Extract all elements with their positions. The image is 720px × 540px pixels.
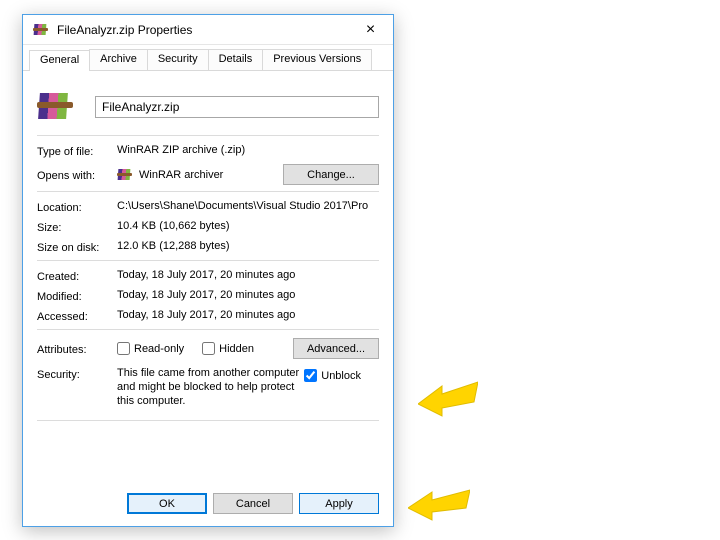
value-size-on-disk: 12.0 KB (12,288 bytes) xyxy=(117,240,379,252)
tab-security[interactable]: Security xyxy=(147,49,209,70)
label-opens-with: Opens with: xyxy=(37,168,117,182)
apply-button[interactable]: Apply xyxy=(299,493,379,514)
cancel-button[interactable]: Cancel xyxy=(213,493,293,514)
separator xyxy=(37,420,379,421)
annotation-arrow-icon xyxy=(408,486,470,522)
window-title: FileAnalyzr.zip Properties xyxy=(57,23,348,37)
tab-archive[interactable]: Archive xyxy=(89,49,148,70)
value-opens-with: WinRAR archiver xyxy=(139,169,223,181)
value-security-text: This file came from another computer and… xyxy=(117,367,300,408)
advanced-button[interactable]: Advanced... xyxy=(293,338,379,359)
ok-button[interactable]: OK xyxy=(127,493,207,514)
properties-dialog: FileAnalyzr.zip Properties × General Arc… xyxy=(22,14,394,527)
label-location: Location: xyxy=(37,200,117,214)
checkbox-hidden-label: Hidden xyxy=(219,343,254,355)
value-type-of-file: WinRAR ZIP archive (.zip) xyxy=(117,144,379,156)
label-attributes: Attributes: xyxy=(37,342,117,356)
value-location: C:\Users\Shane\Documents\Visual Studio 2… xyxy=(117,200,379,212)
checkbox-hidden[interactable]: Hidden xyxy=(202,342,254,355)
value-accessed: Today, 18 July 2017, 20 minutes ago xyxy=(117,309,379,321)
label-size-on-disk: Size on disk: xyxy=(37,240,117,254)
annotation-arrow-icon xyxy=(418,378,478,418)
label-security: Security: xyxy=(37,367,117,381)
filename-input[interactable] xyxy=(95,96,379,118)
separator xyxy=(37,191,379,192)
close-button[interactable]: × xyxy=(348,15,393,45)
winrar-icon xyxy=(117,167,133,183)
value-created: Today, 18 July 2017, 20 minutes ago xyxy=(117,269,379,281)
checkbox-unblock[interactable]: Unblock xyxy=(304,369,361,382)
winrar-icon xyxy=(33,22,49,38)
separator xyxy=(37,329,379,330)
checkbox-unblock-input[interactable] xyxy=(304,369,317,382)
label-modified: Modified: xyxy=(37,289,117,303)
separator xyxy=(37,260,379,261)
tab-previous-versions[interactable]: Previous Versions xyxy=(262,49,372,70)
tab-general[interactable]: General xyxy=(29,50,90,71)
general-panel: Type of file: WinRAR ZIP archive (.zip) … xyxy=(23,71,393,421)
change-button[interactable]: Change... xyxy=(283,164,379,185)
label-type-of-file: Type of file: xyxy=(37,144,117,158)
file-type-icon xyxy=(37,89,77,125)
label-accessed: Accessed: xyxy=(37,309,117,323)
checkbox-read-only[interactable]: Read-only xyxy=(117,342,184,355)
label-created: Created: xyxy=(37,269,117,283)
titlebar: FileAnalyzr.zip Properties × xyxy=(23,15,393,45)
tabbar: General Archive Security Details Previou… xyxy=(23,49,393,71)
dialog-action-bar: OK Cancel Apply xyxy=(23,483,393,526)
checkbox-read-only-input[interactable] xyxy=(117,342,130,355)
label-size: Size: xyxy=(37,220,117,234)
separator xyxy=(37,135,379,136)
checkbox-unblock-label: Unblock xyxy=(321,370,361,382)
value-size: 10.4 KB (10,662 bytes) xyxy=(117,220,379,232)
checkbox-hidden-input[interactable] xyxy=(202,342,215,355)
tab-details[interactable]: Details xyxy=(208,49,264,70)
checkbox-read-only-label: Read-only xyxy=(134,343,184,355)
value-modified: Today, 18 July 2017, 20 minutes ago xyxy=(117,289,379,301)
